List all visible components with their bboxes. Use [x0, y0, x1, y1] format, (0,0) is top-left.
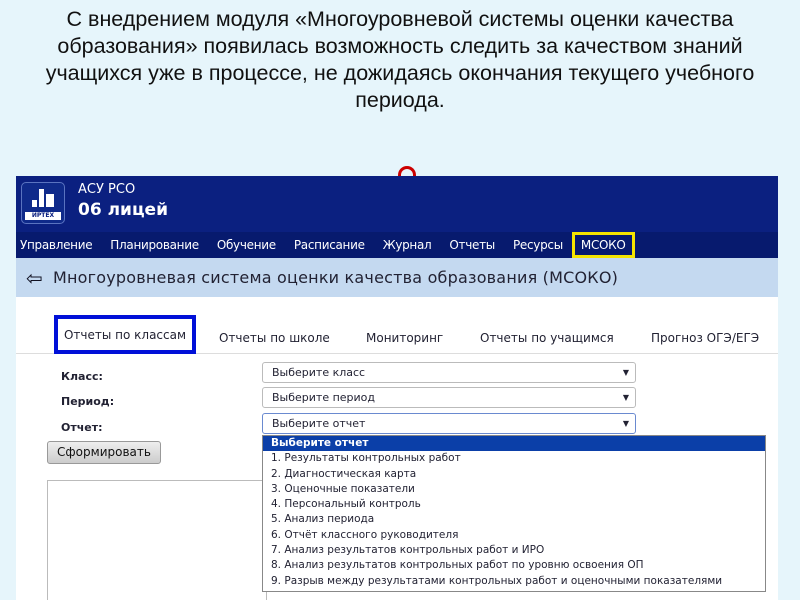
nav-reports[interactable]: Отчеты — [449, 238, 495, 252]
tab-student-reports[interactable]: Отчеты по учащимся — [480, 323, 614, 354]
app-name: АСУ РСО — [78, 182, 136, 197]
dropdown-option[interactable]: 7. Анализ результатов контрольных работ … — [263, 543, 765, 558]
report-tabs: Отчеты по классам Отчеты по школе Монито… — [16, 315, 778, 354]
tab-school-reports[interactable]: Отчеты по школе — [219, 323, 330, 354]
nav-msoko[interactable]: МСОКО — [571, 232, 635, 258]
tab-monitoring[interactable]: Мониторинг — [366, 323, 443, 354]
report-label: Отчет: — [61, 421, 103, 434]
app-header: ИРТЕХ АСУ РСО 06 лицей — [16, 176, 778, 232]
dropdown-option[interactable]: 1. Результаты контрольных работ — [263, 451, 765, 466]
period-select[interactable]: Выберите период ▼ — [262, 387, 636, 408]
dropdown-option[interactable]: 5. Анализ периода — [263, 512, 765, 527]
tab-exam-forecast[interactable]: Прогноз ОГЭ/ЕГЭ — [651, 323, 759, 354]
chevron-down-icon: ▼ — [622, 419, 629, 428]
report-output-area — [47, 480, 267, 600]
nav-planning[interactable]: Планирование — [110, 238, 199, 252]
report-dropdown-list: Выберите отчет 1. Результаты контрольных… — [262, 435, 766, 592]
page-title: Многоуровневая система оценки качества о… — [52, 268, 619, 287]
dropdown-option[interactable]: 3. Оценочные показатели — [263, 482, 765, 497]
report-select-value: Выберите отчет — [272, 417, 366, 430]
chevron-down-icon: ▼ — [622, 393, 629, 402]
class-select[interactable]: Выберите класс ▼ — [262, 362, 636, 383]
nav-schedule[interactable]: Расписание — [294, 238, 365, 252]
nav-management[interactable]: Управление — [20, 238, 93, 252]
dropdown-option[interactable]: 6. Отчёт классного руководителя — [263, 528, 765, 543]
class-select-value: Выберите класс — [272, 366, 366, 379]
nav-resources[interactable]: Ресурсы — [513, 238, 563, 252]
dropdown-option[interactable]: 8. Анализ результатов контрольных работ … — [263, 558, 765, 573]
school-name: 06 лицей — [78, 200, 168, 220]
page-title-bar: ⇦ Многоуровневая система оценки качества… — [16, 258, 778, 297]
dropdown-option[interactable]: Выберите отчет — [263, 436, 765, 452]
back-arrow-icon[interactable]: ⇦ — [26, 266, 43, 290]
slide-caption: С внедрением модуля «Многоуровневой сист… — [45, 7, 755, 112]
class-label: Класс: — [61, 370, 103, 383]
dropdown-option[interactable]: 4. Персональный контроль — [263, 497, 765, 512]
dropdown-option[interactable]: 9. Разрыв между результатами контрольных… — [263, 574, 765, 589]
logo-text: ИРТЕХ — [25, 212, 61, 220]
irtech-logo-icon: ИРТЕХ — [21, 182, 65, 224]
chevron-down-icon: ▼ — [622, 368, 629, 377]
nav-journal[interactable]: Журнал — [383, 238, 432, 252]
report-select[interactable]: Выберите отчет ▼ — [262, 413, 636, 434]
period-select-value: Выберите период — [272, 391, 376, 404]
tab-class-reports[interactable]: Отчеты по классам — [54, 315, 196, 354]
main-nav: Управление Планирование Обучение Расписа… — [16, 232, 778, 258]
dropdown-option[interactable]: 2. Диагностическая карта — [263, 467, 765, 482]
app-screenshot: ИРТЕХ АСУ РСО 06 лицей Управление Планир… — [16, 176, 778, 600]
period-label: Период: — [61, 395, 115, 408]
nav-education[interactable]: Обучение — [217, 238, 276, 252]
generate-button[interactable]: Сформировать — [47, 441, 161, 464]
